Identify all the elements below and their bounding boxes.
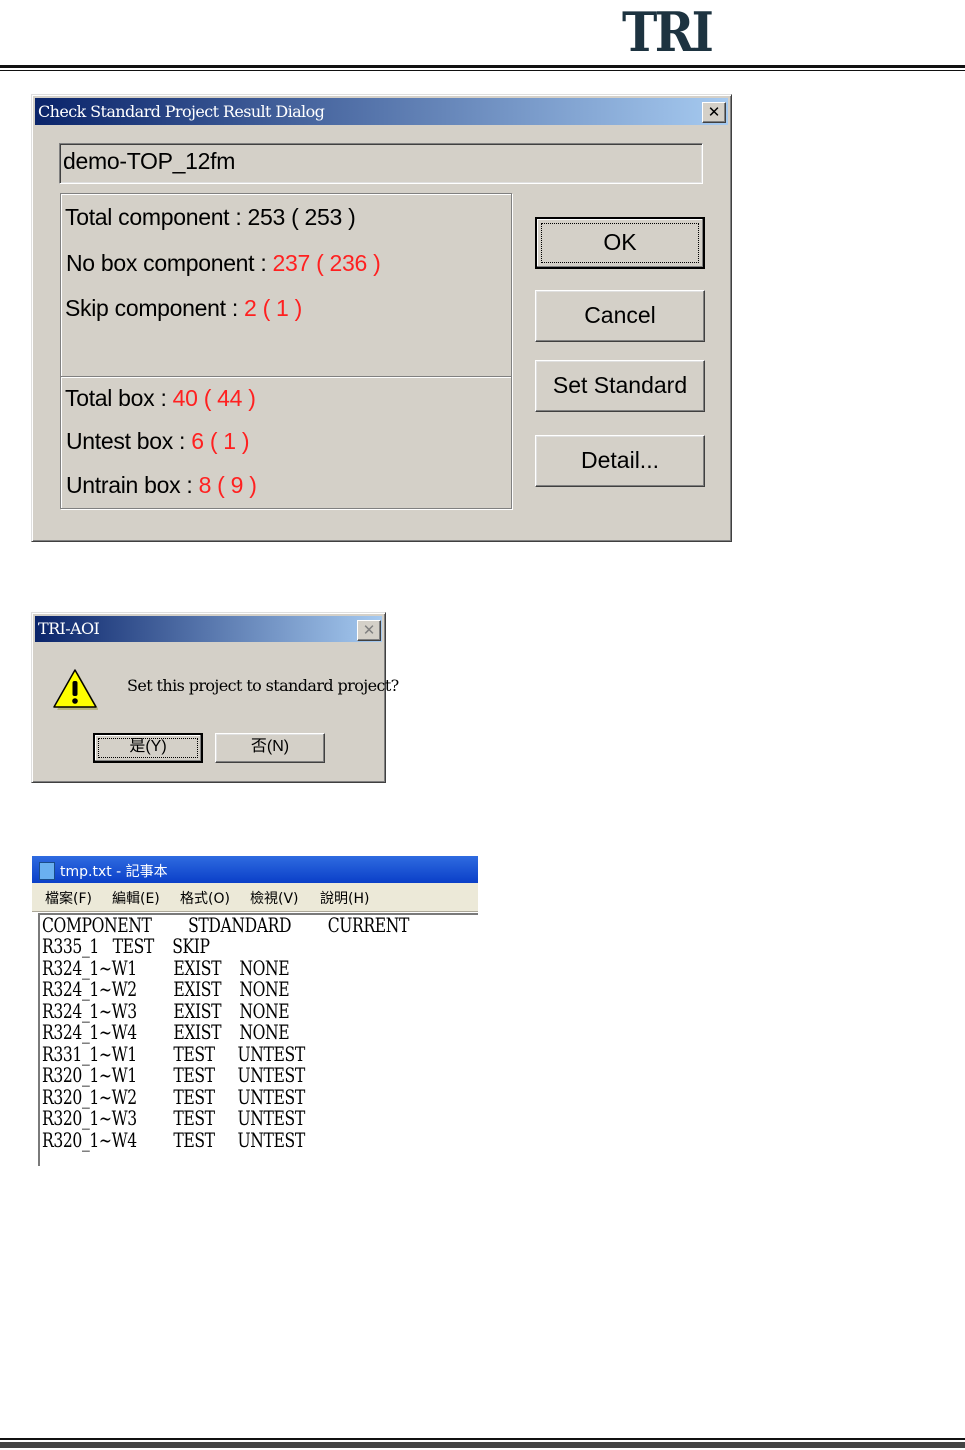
stat-label: Untest box :: [66, 428, 186, 454]
text-line: R320_1~W2 TEST UNTEST: [42, 1085, 305, 1109]
notepad-window: tmp.txt - 記事本 檔案(F) 編輯(E) 格式(O) 檢視(V) 說明…: [32, 856, 478, 1166]
close-icon[interactable]: ✕: [357, 620, 381, 641]
notepad-titlebar[interactable]: tmp.txt - 記事本: [32, 856, 478, 883]
dialog-titlebar[interactable]: Check Standard Project Result Dialog ✕: [35, 98, 728, 125]
cancel-button[interactable]: Cancel: [535, 290, 705, 342]
no-button-label: 否(N): [250, 738, 290, 755]
text-line: R331_1~W1 TEST UNTEST: [42, 1042, 305, 1066]
text-line: R320_1~W3 TEST UNTEST: [42, 1106, 305, 1130]
detail-button-label: Detail...: [581, 447, 659, 473]
notepad-menubar: 檔案(F) 編輯(E) 格式(O) 檢視(V) 說明(H): [32, 883, 478, 912]
stat-total-box: Total box : 40 ( 44 ): [65, 385, 256, 412]
text-line: R324_1~W1 EXIST NONE: [42, 956, 290, 980]
menu-view[interactable]: 檢視(V): [250, 888, 299, 908]
stat-value: 237 ( 236 ): [272, 250, 381, 276]
footer-rule-thin: [0, 1438, 965, 1440]
text-line: R335_1 TEST SKIP: [42, 934, 210, 958]
footer-rule: [0, 1442, 965, 1448]
no-button[interactable]: 否(N): [215, 733, 325, 763]
notepad-icon: [39, 862, 55, 880]
project-name-field: demo-TOP_12fm: [59, 143, 703, 184]
confirm-titlebar[interactable]: TRI-AOI ✕: [35, 616, 382, 642]
warning-icon: [53, 669, 98, 710]
cancel-button-label: Cancel: [584, 302, 656, 328]
yes-button[interactable]: 是(Y): [93, 733, 203, 763]
project-name-text: demo-TOP_12fm: [63, 148, 236, 174]
stat-label: Untrain box :: [66, 472, 193, 498]
notepad-text-area[interactable]: COMPONENT STDANDARD CURRENT R335_1 TEST …: [38, 913, 478, 1166]
notepad-title: tmp.txt - 記事本: [60, 864, 168, 880]
focus-rect: [98, 738, 198, 758]
text-line: R324_1~W4 EXIST NONE: [42, 1020, 290, 1044]
confirm-dialog: TRI-AOI ✕ Set this project to standard p…: [31, 612, 399, 783]
menu-help[interactable]: 說明(H): [320, 888, 369, 908]
stat-value: 40 ( 44 ): [172, 385, 256, 411]
stat-no-box-component: No box component : 237 ( 236 ): [66, 250, 381, 277]
stat-value: 2 ( 1 ): [244, 295, 302, 321]
focus-rect: [541, 223, 699, 263]
stat-label: Skip component :: [65, 295, 238, 321]
set-standard-button-label: Set Standard: [552, 372, 688, 398]
header-rule: [0, 65, 965, 68]
text-line: COMPONENT STDANDARD CURRENT: [42, 913, 409, 937]
stat-skip-component: Skip component : 2 ( 1 ): [65, 295, 302, 322]
close-icon[interactable]: ✕: [702, 102, 726, 123]
stat-untrain-box: Untrain box : 8 ( 9 ): [66, 472, 257, 499]
text-line: R324_1~W3 EXIST NONE: [42, 999, 290, 1023]
text-line: R320_1~W4 TEST UNTEST: [42, 1128, 305, 1152]
component-stats-group: Total component : 253 ( 253 ) No box com…: [60, 193, 512, 377]
menu-format[interactable]: 格式(O): [180, 888, 230, 908]
stat-value: 8 ( 9 ): [198, 472, 257, 498]
stat-total-component: Total component : 253 ( 253 ): [65, 204, 356, 231]
menu-file[interactable]: 檔案(F): [45, 888, 92, 908]
stat-value: 253 ( 253 ): [247, 204, 356, 230]
text-line: R324_1~W2 EXIST NONE: [42, 977, 290, 1001]
tri-logo: TRI: [622, 0, 714, 64]
detail-button[interactable]: Detail...: [535, 435, 705, 487]
confirm-message: Set this project to standard project?: [127, 676, 399, 695]
stat-label: No box component :: [66, 250, 267, 276]
menu-edit[interactable]: 編輯(E): [112, 888, 160, 908]
check-standard-dialog: Check Standard Project Result Dialog ✕ d…: [31, 94, 732, 542]
set-standard-button[interactable]: Set Standard: [535, 360, 705, 412]
box-stats-group: Total box : 40 ( 44 ) Untest box : 6 ( 1…: [60, 376, 512, 509]
header-rule-thin: [0, 70, 965, 71]
stat-label: Total component :: [65, 204, 242, 230]
stat-untest-box: Untest box : 6 ( 1 ): [66, 428, 250, 455]
text-line: R320_1~W1 TEST UNTEST: [42, 1063, 305, 1087]
confirm-title: TRI-AOI: [38, 619, 100, 638]
dialog-title: Check Standard Project Result Dialog: [38, 102, 325, 121]
stat-label: Total box :: [65, 385, 167, 411]
ok-button[interactable]: OK: [535, 217, 705, 269]
stat-value: 6 ( 1 ): [191, 428, 250, 454]
